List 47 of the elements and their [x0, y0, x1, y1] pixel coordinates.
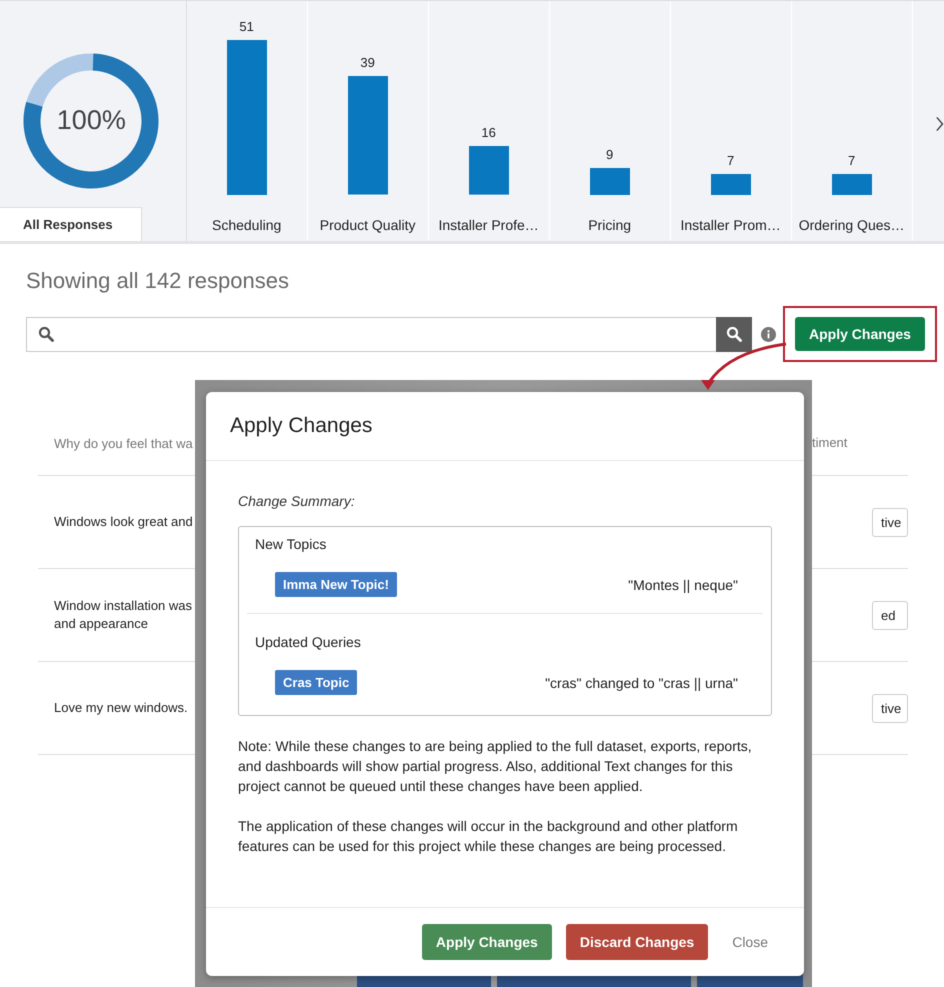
query-text: "cras" changed to "cras || urna" — [545, 674, 738, 690]
chevron-right-icon[interactable] — [934, 116, 944, 132]
bar-value-label: 7 — [848, 152, 856, 168]
category-label[interactable]: Ordering Ques… — [798, 217, 905, 233]
bar-value-label: 51 — [239, 19, 254, 34]
discard-changes-button[interactable]: Discard Changes — [566, 924, 708, 960]
sentiment-dropdown[interactable]: tive — [872, 694, 908, 722]
responses-heading: Showing all 142 responses — [26, 268, 290, 294]
table-cell-text: Windows look great and — [53, 513, 193, 531]
bar[interactable] — [590, 168, 630, 195]
column-header: Why do you feel that wa — [53, 435, 193, 453]
note-paragraph: The application of these changes will occur in the background and other platform features can be used for this project while these changes are being processed. — [238, 817, 739, 856]
bar[interactable] — [710, 174, 751, 195]
search-field[interactable] — [26, 316, 716, 352]
query-text: "Montes || neque" — [628, 576, 738, 592]
apply-changes-button[interactable]: Apply Changes — [422, 924, 552, 960]
close-button[interactable]: Close — [722, 924, 776, 960]
summary-label: Change Summary: — [238, 493, 356, 509]
category-label[interactable]: Pricing — [588, 217, 632, 233]
all-responses-tab[interactable]: All Responses — [0, 207, 142, 241]
table-cell-text: Window installation was and appearance — [53, 597, 192, 633]
section-heading: Updated Queries — [255, 634, 362, 650]
search-icon — [38, 326, 54, 342]
topic-tag: Cras Topic — [275, 670, 358, 695]
column-header: timent — [812, 435, 848, 450]
bar[interactable] — [468, 146, 509, 195]
category-label[interactable]: Scheduling — [212, 217, 282, 233]
topic-tag: Imma New Topic! — [275, 572, 397, 597]
bar-value-label: 39 — [360, 55, 375, 70]
bar-value-label: 7 — [727, 152, 734, 168]
bar-value-label: 9 — [606, 146, 614, 162]
category-label[interactable]: Product Quality — [320, 217, 416, 233]
bar-value-label: 16 — [481, 125, 496, 140]
info-icon[interactable] — [761, 326, 776, 342]
note-paragraph: Note: While these changes to are being applied to the full dataset, exports, reports, and dashboards will show partial progress. Also, additional Text changes for this project cannot be queued until these changes have been applied. — [238, 737, 753, 796]
search-button[interactable] — [716, 316, 752, 352]
percentage-label: 100% — [56, 105, 127, 136]
search-icon — [726, 326, 742, 342]
modal-title: Apply Changes — [230, 414, 372, 438]
sentiment-dropdown[interactable]: tive — [872, 508, 908, 536]
bar[interactable] — [832, 174, 872, 195]
section-heading: New Topics — [255, 536, 328, 552]
category-label[interactable]: Installer Prom… — [680, 217, 781, 233]
category-label[interactable]: Installer Profe… — [438, 217, 539, 233]
table-cell-text: Love my new windows. — [53, 699, 188, 717]
apply-changes-button[interactable]: Apply Changes — [795, 317, 925, 351]
sentiment-dropdown[interactable]: ed — [872, 600, 908, 630]
